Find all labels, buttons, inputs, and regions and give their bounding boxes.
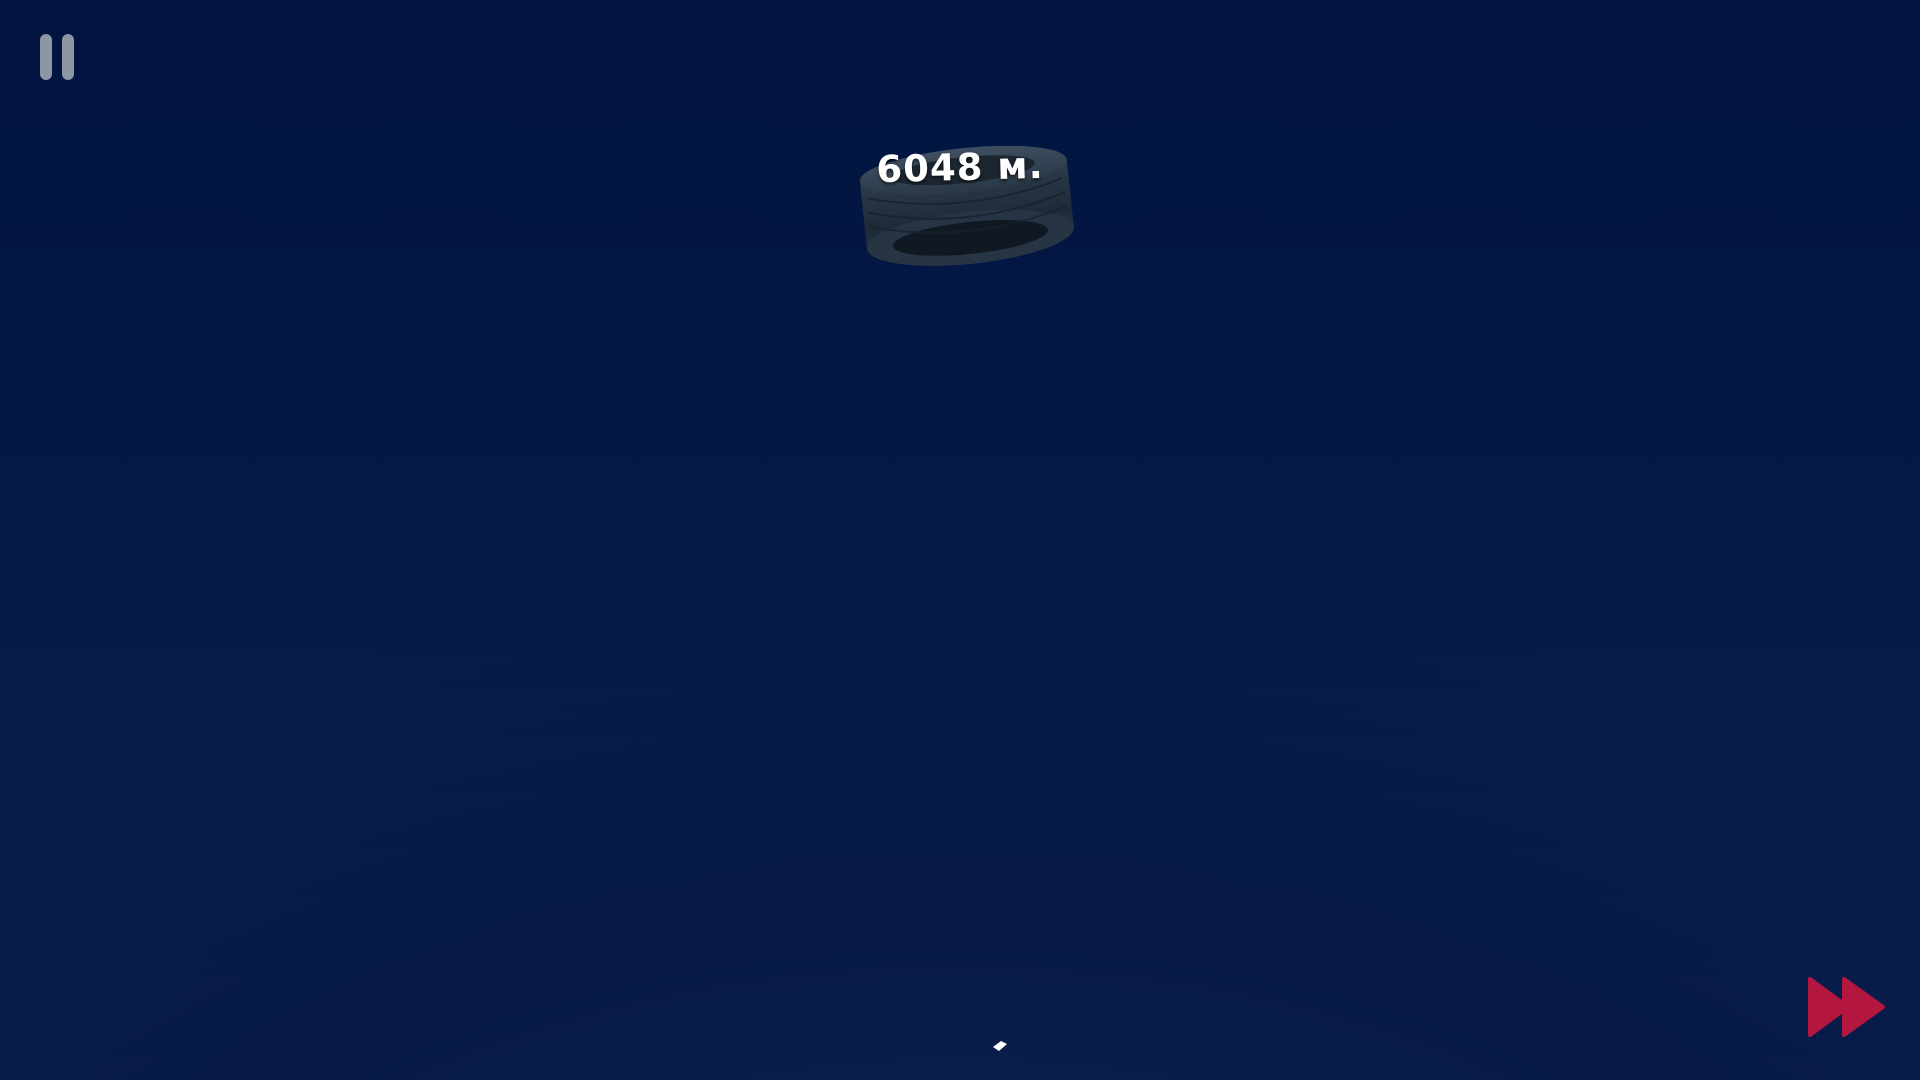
pause-button[interactable] xyxy=(38,34,78,82)
distance-counter: 6048 м. xyxy=(875,143,1045,192)
fast-forward-button[interactable] xyxy=(1808,976,1886,1038)
fast-forward-icon xyxy=(1808,977,1885,1037)
player-marker xyxy=(993,1041,1007,1051)
